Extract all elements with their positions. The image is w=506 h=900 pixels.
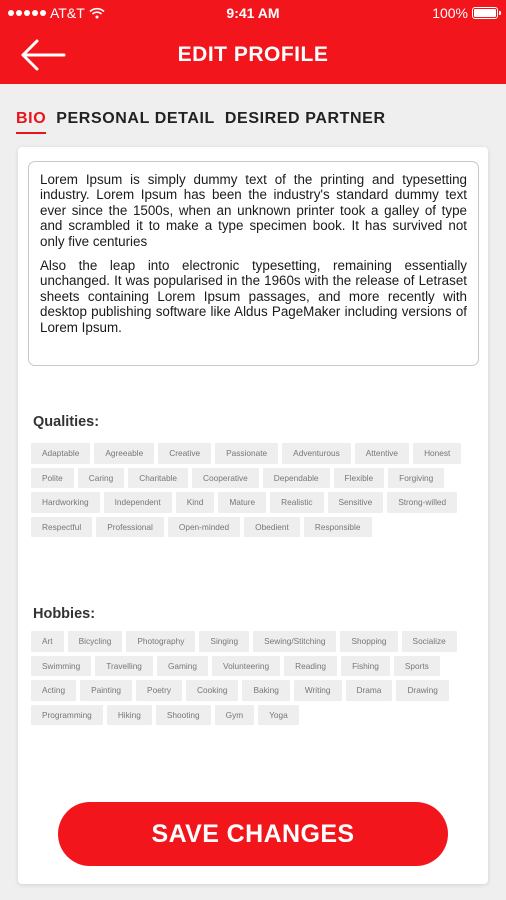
hobby-chip[interactable]: Sports: [393, 655, 440, 676]
app-header: AT&T 9:41 AM 100% EDIT PROFILE: [0, 0, 506, 84]
quality-chip[interactable]: Polite: [31, 467, 74, 488]
quality-chip[interactable]: Open-minded: [167, 516, 241, 537]
quality-chip[interactable]: Attentive: [354, 443, 410, 464]
hobby-chip[interactable]: Drawing: [396, 680, 449, 701]
battery-icon: [472, 7, 501, 19]
hobby-chip[interactable]: Bicycling: [67, 631, 123, 652]
bio-paragraph: Lorem Ipsum is simply dummy text of the …: [40, 172, 467, 249]
hobbies-label: Hobbies:: [33, 606, 96, 622]
hobby-chip[interactable]: Hiking: [106, 704, 152, 725]
save-changes-button[interactable]: SAVE CHANGES: [58, 802, 448, 866]
hobby-chip[interactable]: Poetry: [136, 680, 183, 701]
quality-chip[interactable]: Passionate: [215, 443, 279, 464]
quality-chip[interactable]: Responsible: [303, 516, 372, 537]
hobby-chip[interactable]: Fishing: [341, 655, 390, 676]
hobby-chip[interactable]: Baking: [242, 680, 290, 701]
quality-chip[interactable]: Adventurous: [282, 443, 351, 464]
hobby-chip[interactable]: Photography: [126, 631, 196, 652]
battery-info: 100%: [432, 5, 501, 21]
status-time: 9:41 AM: [226, 5, 280, 21]
hobby-chip[interactable]: Drama: [345, 680, 393, 701]
hobby-chip[interactable]: Travelling: [95, 655, 153, 676]
bio-textarea[interactable]: Lorem Ipsum is simply dummy text of the …: [28, 161, 479, 366]
hobby-chip[interactable]: Shopping: [340, 631, 398, 652]
hobbies-list: Art Bicycling Photography Singing Sewing/Sti…: [31, 631, 481, 725]
quality-chip[interactable]: Adaptable: [31, 443, 91, 464]
quality-chip[interactable]: Hardworking: [31, 492, 100, 513]
bio-paragraph: Also the leap into electronic typesettin…: [40, 258, 467, 335]
qualities-list: Adaptable Agreeable Creative Passionate Adve…: [31, 443, 481, 537]
status-bar: AT&T 9:41 AM 100%: [0, 4, 506, 22]
quality-chip[interactable]: Independent: [103, 492, 172, 513]
tab-personal-detail[interactable]: PERSONAL DETAIL: [56, 110, 215, 134]
quality-chip[interactable]: Honest: [413, 443, 462, 464]
hobby-chip[interactable]: Singing: [199, 631, 250, 652]
quality-chip[interactable]: Agreeable: [94, 443, 155, 464]
tab-bio[interactable]: BIO: [16, 110, 47, 134]
quality-chip[interactable]: Strong-willed: [387, 492, 458, 513]
quality-chip[interactable]: Cooperative: [192, 467, 259, 488]
quality-chip[interactable]: Realistic: [270, 492, 324, 513]
profile-tabs: BIO PERSONAL DETAIL DESIRED PARTNER: [16, 110, 386, 134]
quality-chip[interactable]: Caring: [77, 467, 125, 488]
tab-desired-partner[interactable]: DESIRED PARTNER: [225, 110, 386, 134]
hobby-chip[interactable]: Gym: [214, 704, 255, 725]
quality-chip[interactable]: Obedient: [244, 516, 300, 537]
quality-chip[interactable]: Forgiving: [388, 467, 445, 488]
quality-chip[interactable]: Charitable: [128, 467, 189, 488]
quality-chip[interactable]: Creative: [158, 443, 212, 464]
hobby-chip[interactable]: Reading: [284, 655, 338, 676]
page-title: EDIT PROFILE: [177, 43, 329, 66]
quality-chip[interactable]: Mature: [218, 492, 267, 513]
hobby-chip[interactable]: Painting: [80, 680, 133, 701]
hobby-chip[interactable]: Swimming: [31, 655, 92, 676]
hobby-chip[interactable]: Socialize: [401, 631, 457, 652]
hobby-chip[interactable]: Art: [31, 631, 64, 652]
profile-card: Lorem Ipsum is simply dummy text of the …: [18, 147, 488, 884]
quality-chip[interactable]: Dependable: [262, 467, 330, 488]
hobby-chip[interactable]: Gaming: [156, 655, 208, 676]
hobby-chip[interactable]: Sewing/Stitching: [253, 631, 337, 652]
qualities-label: Qualities:: [33, 414, 100, 430]
hobby-chip[interactable]: Shooting: [155, 704, 211, 725]
hobby-chip[interactable]: Volunteering: [212, 655, 281, 676]
hobby-chip[interactable]: Acting: [31, 680, 77, 701]
quality-chip[interactable]: Sensitive: [327, 492, 384, 513]
hobby-chip[interactable]: Cooking: [186, 680, 239, 701]
hobby-chip[interactable]: Writing: [293, 680, 342, 701]
quality-chip[interactable]: Kind: [175, 492, 215, 513]
battery-percent: 100%: [432, 5, 468, 21]
quality-chip[interactable]: Flexible: [333, 467, 385, 488]
quality-chip[interactable]: Professional: [96, 516, 164, 537]
hobby-chip[interactable]: Yoga: [258, 704, 299, 725]
quality-chip[interactable]: Respectful: [31, 516, 93, 537]
hobby-chip[interactable]: Programming: [31, 704, 103, 725]
